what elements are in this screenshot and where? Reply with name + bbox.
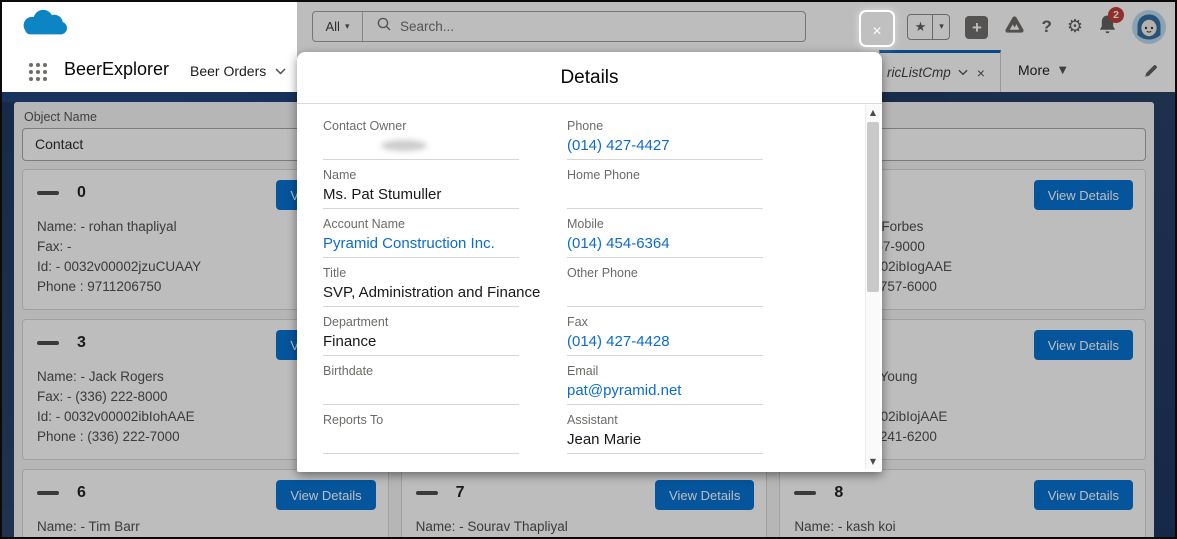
detail-field: Department Finance	[323, 315, 519, 364]
field-value	[323, 136, 519, 160]
modal-fields: Contact Owner Phone (014) 427-4427 Name …	[297, 104, 882, 462]
app-launcher-waffle-icon[interactable]	[29, 63, 47, 81]
detail-field: Title SVP, Administration and Finance	[323, 266, 540, 315]
field-value-link[interactable]: (014) 427-4428	[567, 333, 763, 356]
tab-beer-orders[interactable]: Beer Orders	[190, 63, 286, 79]
app-window: All ▾ ★ ▾ + ? ⚙ 2	[0, 0, 1177, 539]
field-label: Phone	[567, 119, 604, 133]
field-value: Finance	[323, 333, 519, 356]
field-label: Department	[323, 315, 389, 329]
field-label: Title	[323, 266, 347, 280]
field-label: Fax	[567, 315, 588, 329]
field-value	[323, 431, 519, 454]
field-value	[567, 186, 763, 209]
detail-field: Fax (014) 427-4428	[567, 315, 763, 364]
field-value: Jean Marie	[567, 431, 763, 454]
field-label: Name	[323, 168, 357, 182]
close-x-icon: ×	[872, 23, 882, 40]
field-label: Mobile	[567, 217, 604, 231]
field-label: Reports To	[323, 413, 384, 427]
modal-close-button[interactable]: ×	[859, 10, 895, 47]
scroll-up-arrow-icon[interactable]: ▲	[866, 108, 880, 117]
modal-scrollbar[interactable]: ▲ ▼	[865, 105, 880, 469]
chevron-down-icon	[275, 67, 286, 75]
detail-field: Mobile (014) 454-6364	[567, 217, 763, 266]
detail-field: Phone (014) 427-4427	[567, 119, 763, 168]
field-value-link[interactable]: (014) 454-6364	[567, 235, 763, 258]
scrollbar-thumb[interactable]	[867, 122, 879, 292]
detail-field: Contact Owner	[323, 119, 519, 168]
field-label: Home Phone	[567, 168, 640, 182]
app-name: BeerExplorer	[64, 59, 170, 79]
salesforce-cloud-logo-icon	[18, 8, 74, 49]
field-value: SVP, Administration and Finance	[323, 284, 540, 307]
field-label: Email	[567, 364, 599, 378]
tab-label: Beer Orders	[190, 63, 267, 79]
field-value	[323, 382, 519, 405]
detail-field: Other Phone	[567, 266, 763, 315]
redacted-value	[373, 136, 455, 157]
detail-field: Assistant Jean Marie	[567, 413, 763, 462]
field-label: Account Name	[323, 217, 405, 231]
modal-title: Details	[297, 52, 882, 104]
field-value	[567, 284, 763, 307]
detail-field: Name Ms. Pat Stumuller	[323, 168, 519, 217]
field-label: Birthdate	[323, 364, 374, 378]
field-value-link[interactable]: (014) 427-4427	[567, 137, 763, 160]
scroll-down-arrow-icon[interactable]: ▼	[866, 457, 880, 466]
details-modal: Details Contact Owner Phone (014) 427-44…	[297, 52, 882, 472]
detail-field: Account Name Pyramid Construction Inc.	[323, 217, 519, 266]
detail-field: Email pat@pyramid.net	[567, 364, 763, 413]
detail-field: Birthdate	[323, 364, 519, 413]
field-label: Contact Owner	[323, 119, 407, 133]
field-value-link[interactable]: Pyramid Construction Inc.	[323, 235, 519, 258]
detail-field: Home Phone	[567, 168, 763, 217]
field-label: Assistant	[567, 413, 618, 427]
field-label: Other Phone	[567, 266, 638, 280]
field-value-link[interactable]: pat@pyramid.net	[567, 382, 763, 405]
detail-field: Reports To	[323, 413, 519, 462]
field-value: Ms. Pat Stumuller	[323, 186, 519, 209]
